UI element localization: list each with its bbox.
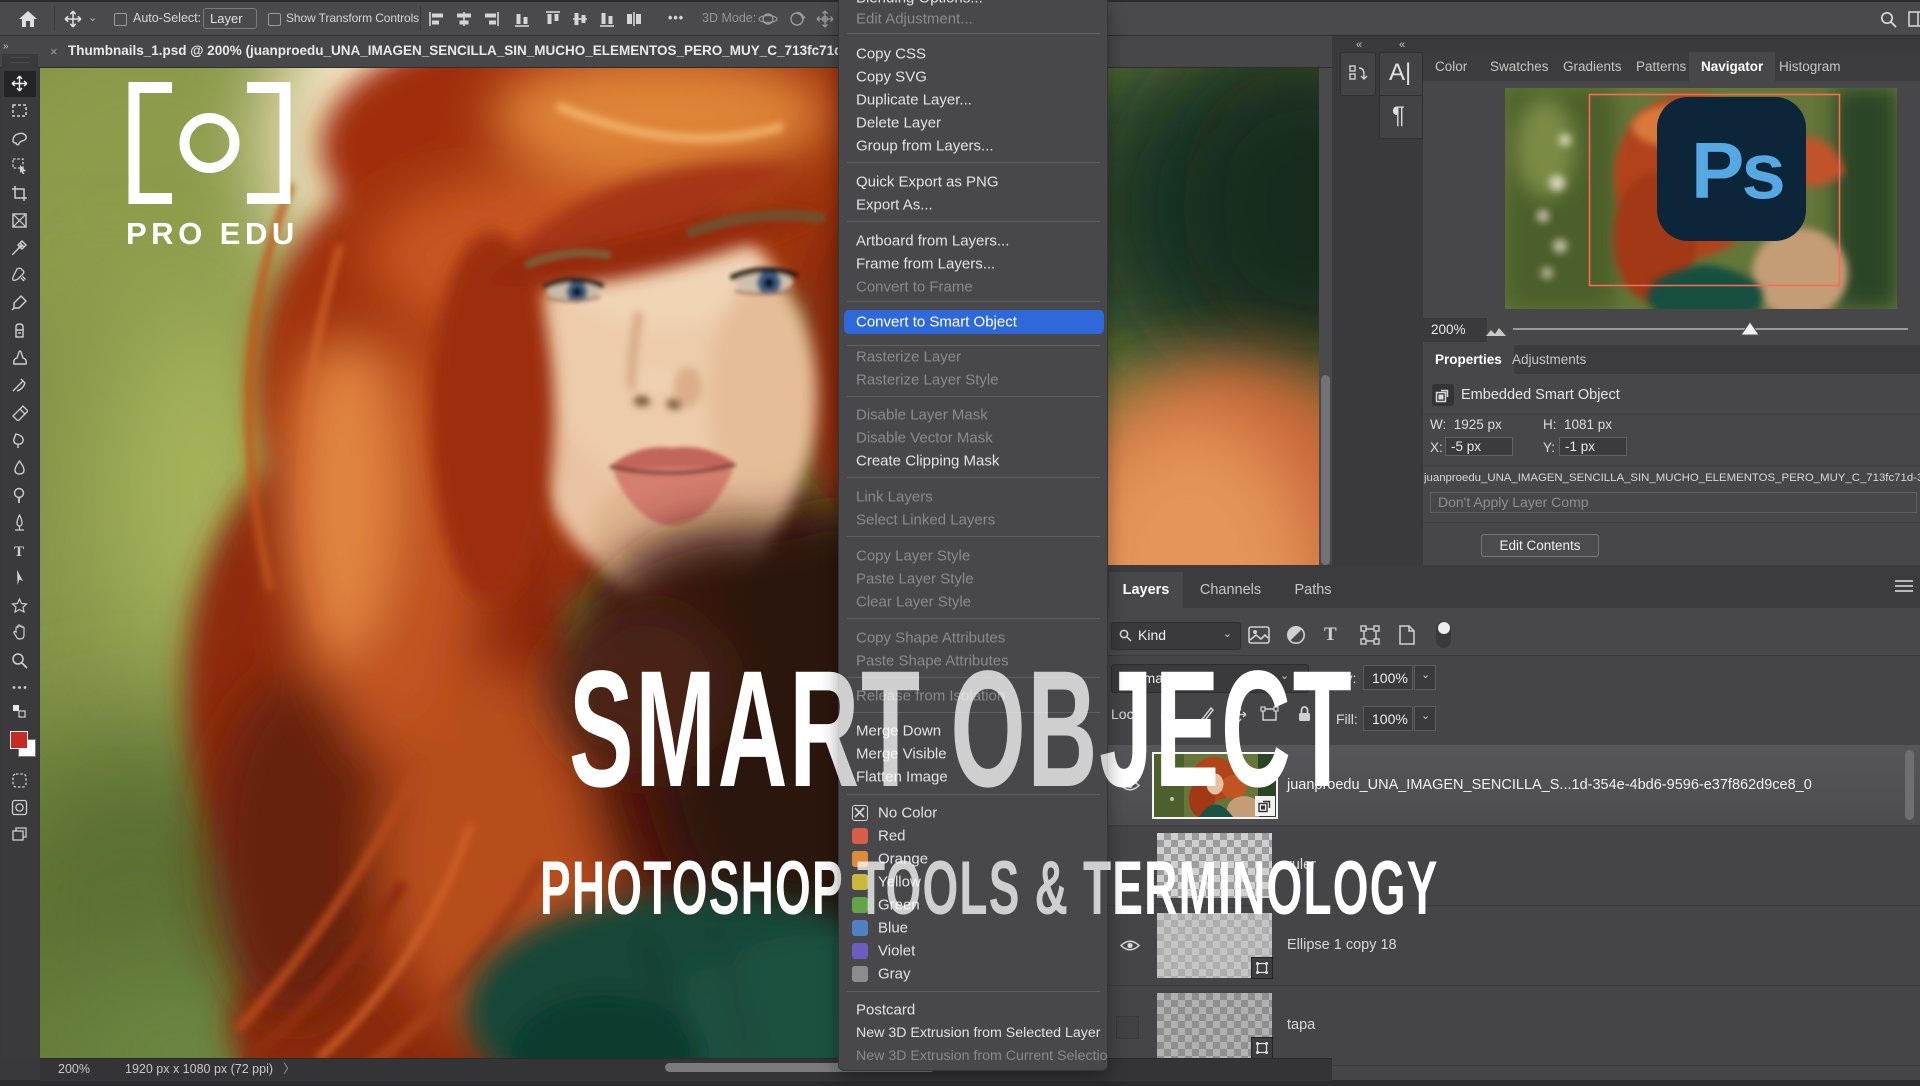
svg-text:PRO EDU: PRO EDU [126, 216, 299, 251]
svg-text:Ps: Ps [1691, 126, 1783, 215]
svg-text:T: T [14, 544, 24, 559]
